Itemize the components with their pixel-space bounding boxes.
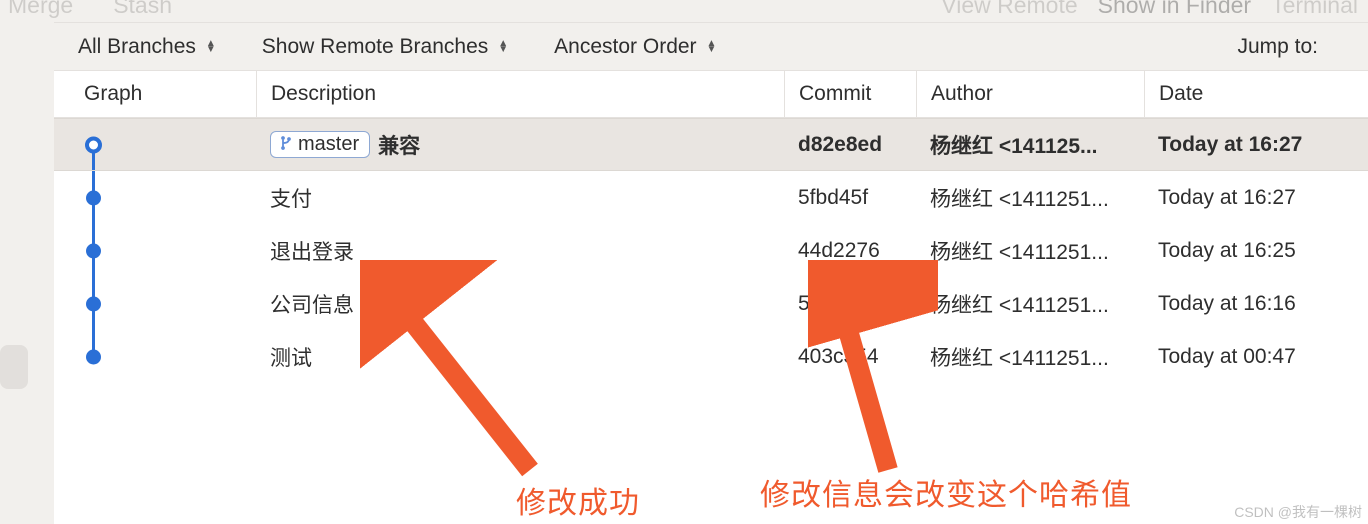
left-panel-tab[interactable] <box>0 345 28 389</box>
header-date[interactable]: Date <box>1144 71 1368 117</box>
left-gutter <box>0 0 54 524</box>
commit-hash: 5fbd45f <box>784 186 916 210</box>
remote-branches-dropdown[interactable]: Show Remote Branches ▲▼ <box>262 35 544 59</box>
graph-node-icon <box>86 349 101 364</box>
commit-description: 测试 <box>270 342 312 372</box>
graph-cell <box>54 224 256 277</box>
annotation-text-right: 修改信息会改变这个哈希值 <box>760 470 1132 514</box>
commit-hash: 577 c81 <box>784 292 916 316</box>
jump-to-label[interactable]: Jump to: <box>1237 35 1368 59</box>
toolbar-view-remote: View Remote <box>941 0 1077 19</box>
header-commit[interactable]: Commit <box>784 71 916 117</box>
commit-author: 杨继红 <1411251... <box>916 236 1144 266</box>
filter-bar: All Branches ▲▼ Show Remote Branches ▲▼ … <box>54 22 1368 70</box>
commit-hash: 44d2276 <box>784 239 916 263</box>
order-dropdown[interactable]: Ancestor Order ▲▼ <box>554 35 752 59</box>
commit-row[interactable]: 测试 403c354 杨继红 <1411251... Today at 00:4… <box>54 330 1368 383</box>
commit-date: Today at 16:27 <box>1144 133 1368 157</box>
commit-author: 杨继红 <141125... <box>916 130 1144 160</box>
graph-cell <box>54 119 256 170</box>
header-author[interactable]: Author <box>916 71 1144 117</box>
remote-branches-label: Show Remote Branches <box>262 35 488 59</box>
toolbar-terminal: Terminal <box>1271 0 1358 19</box>
branches-dropdown[interactable]: All Branches ▲▼ <box>78 35 252 59</box>
branch-tag[interactable]: master <box>270 131 370 158</box>
commit-description: 公司信息 <box>270 289 354 319</box>
commit-row[interactable]: master 兼容 d82e8ed 杨继红 <141125... Today a… <box>54 118 1368 171</box>
commit-description: 支付 <box>270 183 312 213</box>
commit-row[interactable]: 公司信息 577 c81 杨继红 <1411251... Today at 16… <box>54 277 1368 330</box>
chevron-updown-icon: ▲▼ <box>498 41 508 53</box>
commit-author: 杨继红 <1411251... <box>916 289 1144 319</box>
graph-cell <box>54 330 256 383</box>
toolbar-merge: Merge <box>8 0 73 19</box>
graph-node-icon <box>86 190 101 205</box>
graph-node-icon <box>86 296 101 311</box>
watermark: CSDN @我有一棵树 <box>1234 502 1362 522</box>
commit-date: Today at 00:47 <box>1144 345 1368 369</box>
branch-tag-label: master <box>298 133 359 156</box>
chevron-updown-icon: ▲▼ <box>707 41 717 53</box>
graph-cell <box>54 171 256 224</box>
commit-description: 退出登录 <box>270 236 354 266</box>
toolbar-stash: Stash <box>113 0 172 19</box>
order-dropdown-label: Ancestor Order <box>554 35 696 59</box>
toolbar-remnant: Merge Stash View Remote Show in Finder T… <box>0 0 1368 18</box>
commit-date: Today at 16:16 <box>1144 292 1368 316</box>
header-graph[interactable]: Graph <box>54 82 256 106</box>
commit-author: 杨继红 <1411251... <box>916 183 1144 213</box>
header-description[interactable]: Description <box>256 71 784 117</box>
graph-cell <box>54 277 256 330</box>
commit-row[interactable]: 退出登录 44d2276 杨继红 <1411251... Today at 16… <box>54 224 1368 277</box>
commit-description: 兼容 <box>378 130 420 160</box>
commit-row[interactable]: 支付 5fbd45f 杨继红 <1411251... Today at 16:2… <box>54 171 1368 224</box>
column-headers: Graph Description Commit Author Date <box>54 70 1368 118</box>
commit-hash: d82e8ed <box>784 133 916 157</box>
commit-hash: 403c354 <box>784 345 916 369</box>
commit-list: master 兼容 d82e8ed 杨继红 <141125... Today a… <box>54 118 1368 524</box>
chevron-updown-icon: ▲▼ <box>206 41 216 53</box>
branch-icon <box>279 134 293 155</box>
graph-node-icon <box>86 243 101 258</box>
toolbar-show-in-finder: Show in Finder <box>1098 0 1251 19</box>
graph-node-head-icon <box>85 136 102 153</box>
commit-date: Today at 16:25 <box>1144 239 1368 263</box>
annotation-text-left: 修改成功 <box>516 478 640 522</box>
branches-dropdown-label: All Branches <box>78 35 196 59</box>
commit-date: Today at 16:27 <box>1144 186 1368 210</box>
commit-author: 杨继红 <1411251... <box>916 342 1144 372</box>
